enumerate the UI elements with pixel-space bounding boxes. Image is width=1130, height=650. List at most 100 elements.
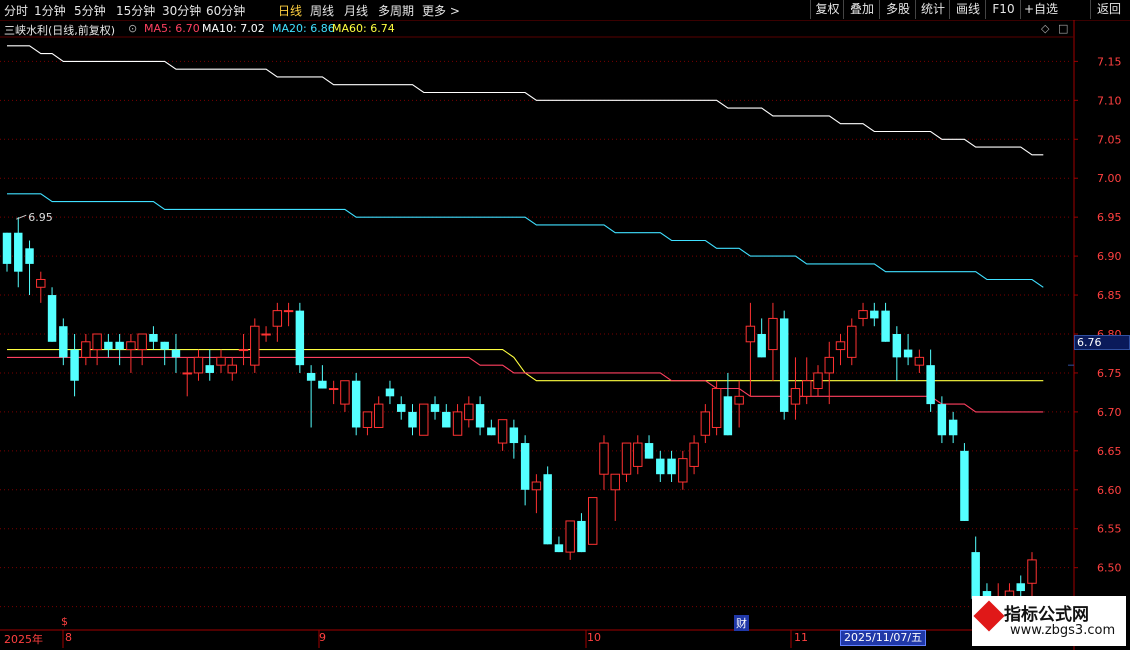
brand-logo-icon bbox=[973, 600, 1005, 632]
candle-body-up bbox=[610, 473, 620, 491]
candle-body-down bbox=[442, 411, 451, 428]
x-label-month-8: 8 bbox=[65, 631, 72, 644]
candle-body-down bbox=[205, 365, 214, 373]
candle-body-down bbox=[14, 232, 23, 272]
candle-body-up bbox=[373, 403, 384, 428]
finance-event-badge[interactable]: 财 bbox=[734, 615, 749, 631]
candle-body-up bbox=[238, 349, 249, 352]
candle-body-down bbox=[881, 310, 890, 342]
ma10-line bbox=[7, 45, 1044, 156]
watermark-logo: 指标公式网 www.zbgs3.com bbox=[972, 596, 1126, 646]
candle-body-down bbox=[397, 404, 406, 412]
candle-body-down bbox=[892, 334, 902, 358]
candle-body-down bbox=[115, 341, 124, 350]
candle-body-up bbox=[802, 380, 812, 397]
candle-body-down bbox=[971, 552, 980, 599]
current-price-tag: 6.76 bbox=[1074, 335, 1130, 350]
candle-body-down bbox=[2, 232, 12, 264]
candle-body-up bbox=[824, 356, 834, 374]
candle-body-down bbox=[937, 404, 947, 436]
candle-body-up bbox=[565, 520, 575, 553]
candle-body-down bbox=[385, 388, 395, 397]
watermark-url: www.zbgs3.com bbox=[1010, 623, 1116, 638]
candle-body-up bbox=[182, 372, 192, 375]
y-tick-label: 6.95 bbox=[1097, 211, 1122, 224]
candle-body-down bbox=[171, 349, 181, 358]
y-tick-label: 6.70 bbox=[1097, 406, 1122, 419]
candle-body-down bbox=[104, 341, 113, 350]
y-tick-label: 6.60 bbox=[1097, 484, 1122, 497]
candle-body-down bbox=[487, 427, 496, 436]
event-marker-icon: $ bbox=[61, 615, 68, 628]
candle-body-up bbox=[452, 411, 463, 436]
candle-body-down bbox=[520, 443, 530, 490]
selected-date-box: 2025/11/07/五 bbox=[840, 630, 927, 646]
candle-body-down bbox=[160, 341, 169, 350]
candle-body-up bbox=[768, 317, 778, 351]
candle-body-up bbox=[734, 395, 744, 405]
candle-body-up bbox=[216, 356, 226, 366]
candle-body-down bbox=[870, 310, 879, 319]
x-label-month-10: 10 bbox=[587, 631, 601, 644]
candle-body-down bbox=[306, 372, 316, 381]
candle-body-down bbox=[903, 349, 913, 358]
high-marker-label: 6.95 bbox=[28, 211, 53, 224]
y-tick-label: 7.00 bbox=[1097, 172, 1122, 185]
candle-body-up bbox=[633, 442, 643, 467]
candle-body-down bbox=[656, 458, 665, 475]
y-tick-label: 6.65 bbox=[1097, 445, 1122, 458]
candle-body-up bbox=[621, 442, 632, 475]
x-label-month-9: 9 bbox=[319, 631, 326, 644]
candle-body-up bbox=[678, 458, 688, 483]
candle-body-down bbox=[554, 544, 564, 553]
ma20-line bbox=[7, 193, 1044, 288]
watermark-brand: 指标公式网 bbox=[1004, 605, 1089, 625]
ma5-line bbox=[7, 356, 1044, 413]
candle-body-down bbox=[757, 334, 766, 358]
y-tick-label: 7.10 bbox=[1097, 94, 1122, 107]
candle-body-up bbox=[531, 481, 542, 491]
candle-body-down bbox=[723, 396, 733, 436]
candle-body-up bbox=[250, 325, 260, 366]
candle-body-up bbox=[227, 364, 237, 374]
x-label-year: 2025年 bbox=[4, 633, 43, 646]
candle-body-up bbox=[858, 310, 868, 319]
candle-body-up bbox=[126, 341, 136, 351]
candle-body-up bbox=[700, 411, 711, 436]
candle-body-up bbox=[193, 356, 204, 374]
y-tick-label: 6.50 bbox=[1097, 562, 1122, 575]
candle-body-down bbox=[430, 404, 440, 412]
candle-body-down bbox=[948, 419, 958, 436]
candle-body-down bbox=[509, 427, 519, 444]
y-tick-label: 6.75 bbox=[1097, 367, 1122, 380]
candle-body-down bbox=[926, 365, 935, 405]
candle-body-down bbox=[1016, 583, 1025, 592]
y-tick-label: 7.15 bbox=[1097, 55, 1122, 68]
candle-body-down bbox=[25, 248, 34, 264]
x-label-month-11: 11 bbox=[794, 631, 808, 644]
candle-body-up bbox=[790, 388, 801, 405]
candle-body-up bbox=[137, 333, 147, 351]
candlestick-chart[interactable]: 7.157.107.057.006.956.906.856.806.756.70… bbox=[0, 0, 1130, 650]
candle-body-up bbox=[847, 325, 857, 358]
candle-body-down bbox=[47, 295, 57, 342]
candle-body-down bbox=[543, 474, 552, 545]
candle-body-up bbox=[283, 310, 294, 313]
candle-body-up bbox=[1027, 559, 1037, 584]
candle-body-down bbox=[149, 334, 158, 342]
candle-body-up bbox=[813, 372, 823, 390]
candle-body-down bbox=[318, 380, 327, 389]
candle-body-up bbox=[419, 403, 429, 436]
y-tick-label: 6.85 bbox=[1097, 289, 1122, 302]
candle-body-up bbox=[711, 388, 722, 428]
candle-body-up bbox=[587, 497, 598, 545]
candle-body-down bbox=[667, 458, 676, 475]
y-tick-label: 6.90 bbox=[1097, 250, 1122, 263]
candle-body-down bbox=[59, 326, 68, 358]
candle-body-down bbox=[960, 450, 969, 521]
candle-body-down bbox=[475, 404, 485, 428]
candle-body-up bbox=[92, 333, 102, 351]
candle-body-up bbox=[340, 380, 350, 405]
candle-body-down bbox=[351, 380, 361, 428]
candle-body-down bbox=[779, 318, 789, 412]
